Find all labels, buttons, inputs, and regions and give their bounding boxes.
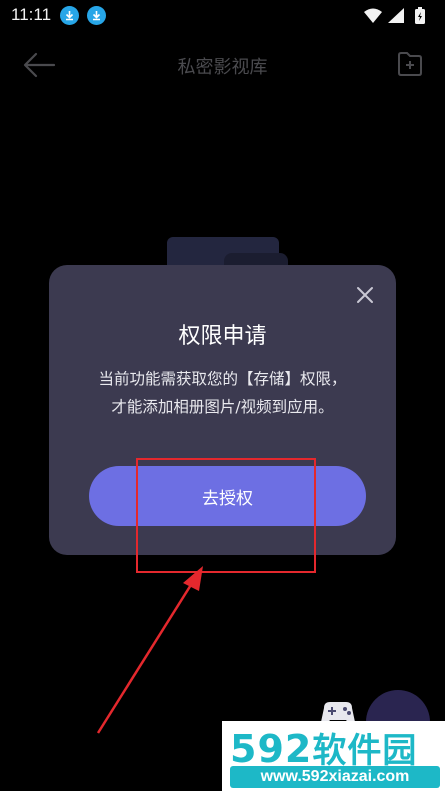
watermark-url: www.592xiazai.com [230,766,440,788]
watermark-number: 592 [230,727,313,771]
watermark-name: 软件园 [312,731,418,771]
annotation-arrow [96,566,203,734]
watermark-logo: 592软件园 [230,723,417,772]
site-watermark: 592软件园 www.592xiazai.com [222,721,445,791]
